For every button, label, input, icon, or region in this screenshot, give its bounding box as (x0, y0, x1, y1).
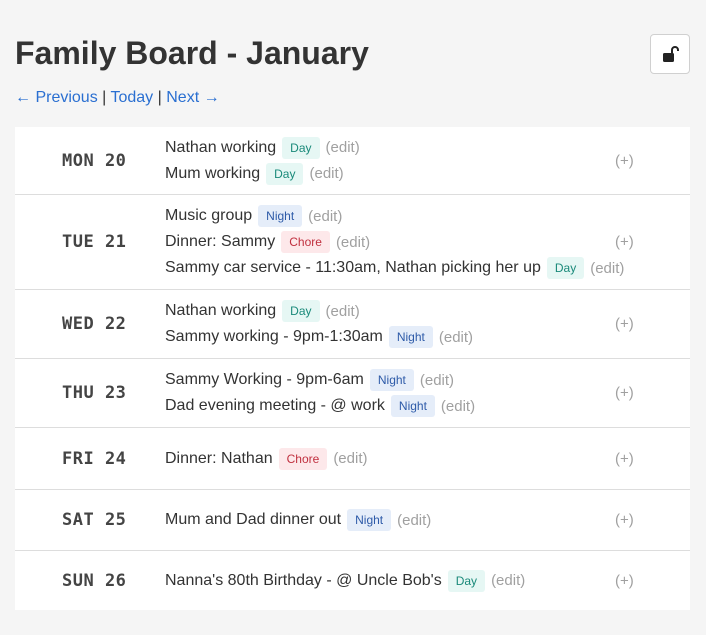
event-text: Dinner: Nathan (165, 449, 273, 467)
page-title: Family Board - January (15, 35, 369, 71)
event-text: Dad evening meeting - @ work (165, 397, 385, 414)
event-list: Nanna's 80th Birthday - @ Uncle Bob's Day… (165, 568, 690, 594)
unlock-icon (663, 46, 679, 62)
day-label: SUN 26 (62, 570, 127, 591)
event-text: Nathan working (165, 138, 277, 156)
event-text: Mum and Dad dinner out (165, 511, 342, 528)
add-event-link[interactable]: (+) (615, 450, 634, 467)
event-item: Dinner: Sammy Chore (edit) (165, 229, 690, 255)
event-tag-badge: Night (258, 205, 303, 227)
week-navigation: ← Previous | Today | Next → (15, 88, 220, 108)
nav-separator: | (157, 89, 162, 106)
day-row: THU 23 Sammy Working - 9pm-6am Night (edit)… (15, 358, 690, 427)
day-row: TUE 21 Music group Night (edit) Dinner: Samm… (15, 194, 690, 289)
add-event-link[interactable]: (+) (615, 234, 634, 251)
event-list: Nathan working Day (edit) Mum working Day (ed… (165, 135, 690, 187)
event-text: Nathan working (165, 302, 277, 319)
event-tag-badge: Chore (281, 231, 330, 253)
edit-event-link[interactable]: (edit) (441, 398, 475, 415)
event-list: Sammy Working - 9pm-6am Night (edit) Dad ev… (165, 367, 690, 419)
add-event-link[interactable]: (+) (615, 316, 634, 333)
event-tag-badge: Night (369, 369, 414, 391)
edit-event-link[interactable]: (edit) (336, 234, 370, 251)
event-list: Mum and Dad dinner out Night (edit) (165, 507, 690, 533)
day-row: MON 20 Nathan working Day (edit) Mum working… (15, 127, 690, 194)
add-event-link[interactable]: (+) (615, 512, 634, 529)
previous-week-link[interactable]: ← Previous (15, 89, 98, 106)
add-event-link[interactable]: (+) (615, 572, 634, 589)
event-text: Sammy car service - 11:30am, Nathan pick… (165, 259, 541, 276)
next-week-link[interactable]: Next → (166, 89, 219, 106)
add-event-link[interactable]: (+) (615, 152, 634, 169)
day-row: FRI 24 Dinner: Nathan Chore (edit) (+) (15, 427, 690, 489)
event-item: Mum and Dad dinner out Night (edit) (165, 507, 690, 533)
event-tag-badge: Day (266, 162, 304, 185)
lock-toggle-button[interactable] (650, 34, 690, 74)
event-tag-badge: Day (282, 136, 320, 159)
day-label: MON 20 (62, 150, 127, 171)
edit-event-link[interactable]: (edit) (326, 303, 360, 320)
event-item: Dad evening meeting - @ work Night (edit) (165, 393, 690, 419)
event-item: Nanna's 80th Birthday - @ Uncle Bob's Day… (165, 568, 690, 594)
edit-event-link[interactable]: (edit) (491, 572, 525, 589)
event-tag-badge: Chore (278, 447, 328, 470)
event-item: Sammy car service - 11:30am, Nathan pick… (165, 255, 690, 281)
day-label: THU 23 (62, 383, 127, 403)
today-link[interactable]: Today (110, 89, 153, 106)
event-text: Nanna's 80th Birthday - @ Uncle Bob's (165, 571, 442, 589)
event-tag-badge: Night (388, 326, 433, 348)
day-row: SAT 25 Mum and Dad dinner out Night (edit) (… (15, 489, 690, 550)
day-label: TUE 21 (62, 232, 127, 252)
event-tag-badge: Day (546, 257, 585, 279)
day-label: WED 22 (62, 314, 127, 334)
event-tag-badge: Night (390, 395, 435, 417)
edit-event-link[interactable]: (edit) (590, 260, 624, 277)
event-list: Nathan working Day (edit) Sammy working - 9… (165, 298, 690, 350)
event-item: Mum working Day (edit) (165, 161, 690, 187)
event-text: Sammy working - 9pm-1:30am (165, 328, 383, 345)
edit-event-link[interactable]: (edit) (308, 208, 342, 225)
event-tag-badge: Day (282, 300, 320, 322)
day-label: SAT 25 (62, 510, 127, 530)
event-item: Sammy Working - 9pm-6am Night (edit) (165, 367, 690, 393)
edit-event-link[interactable]: (edit) (420, 372, 454, 389)
event-item: Sammy working - 9pm-1:30am Night (edit) (165, 324, 690, 350)
event-tag-badge: Night (347, 509, 392, 531)
day-row: SUN 26 Nanna's 80th Birthday - @ Uncle Bo… (15, 550, 690, 610)
event-item: Nathan working Day (edit) (165, 135, 690, 161)
edit-event-link[interactable]: (edit) (309, 165, 343, 182)
event-list: Dinner: Nathan Chore (edit) (165, 446, 690, 472)
event-item: Dinner: Nathan Chore (edit) (165, 446, 690, 472)
edit-event-link[interactable]: (edit) (439, 329, 473, 346)
edit-event-link[interactable]: (edit) (397, 512, 431, 529)
edit-event-link[interactable]: (edit) (333, 450, 367, 467)
day-label: FRI 24 (62, 448, 127, 469)
event-item: Nathan working Day (edit) (165, 298, 690, 324)
edit-event-link[interactable]: (edit) (326, 139, 360, 156)
add-event-link[interactable]: (+) (615, 385, 634, 402)
event-tag-badge: Day (447, 569, 486, 592)
event-text: Dinner: Sammy (165, 233, 276, 250)
day-row: WED 22 Nathan working Day (edit) Sammy worki… (15, 289, 690, 358)
nav-separator: | (102, 89, 107, 106)
event-text: Music group (165, 207, 253, 224)
week-board: MON 20 Nathan working Day (edit) Mum working… (15, 127, 690, 610)
event-list: Music group Night (edit) Dinner: Sammy Chore… (165, 203, 690, 281)
event-text: Mum working (165, 164, 261, 182)
event-item: Music group Night (edit) (165, 203, 690, 229)
event-text: Sammy Working - 9pm-6am (165, 371, 364, 388)
